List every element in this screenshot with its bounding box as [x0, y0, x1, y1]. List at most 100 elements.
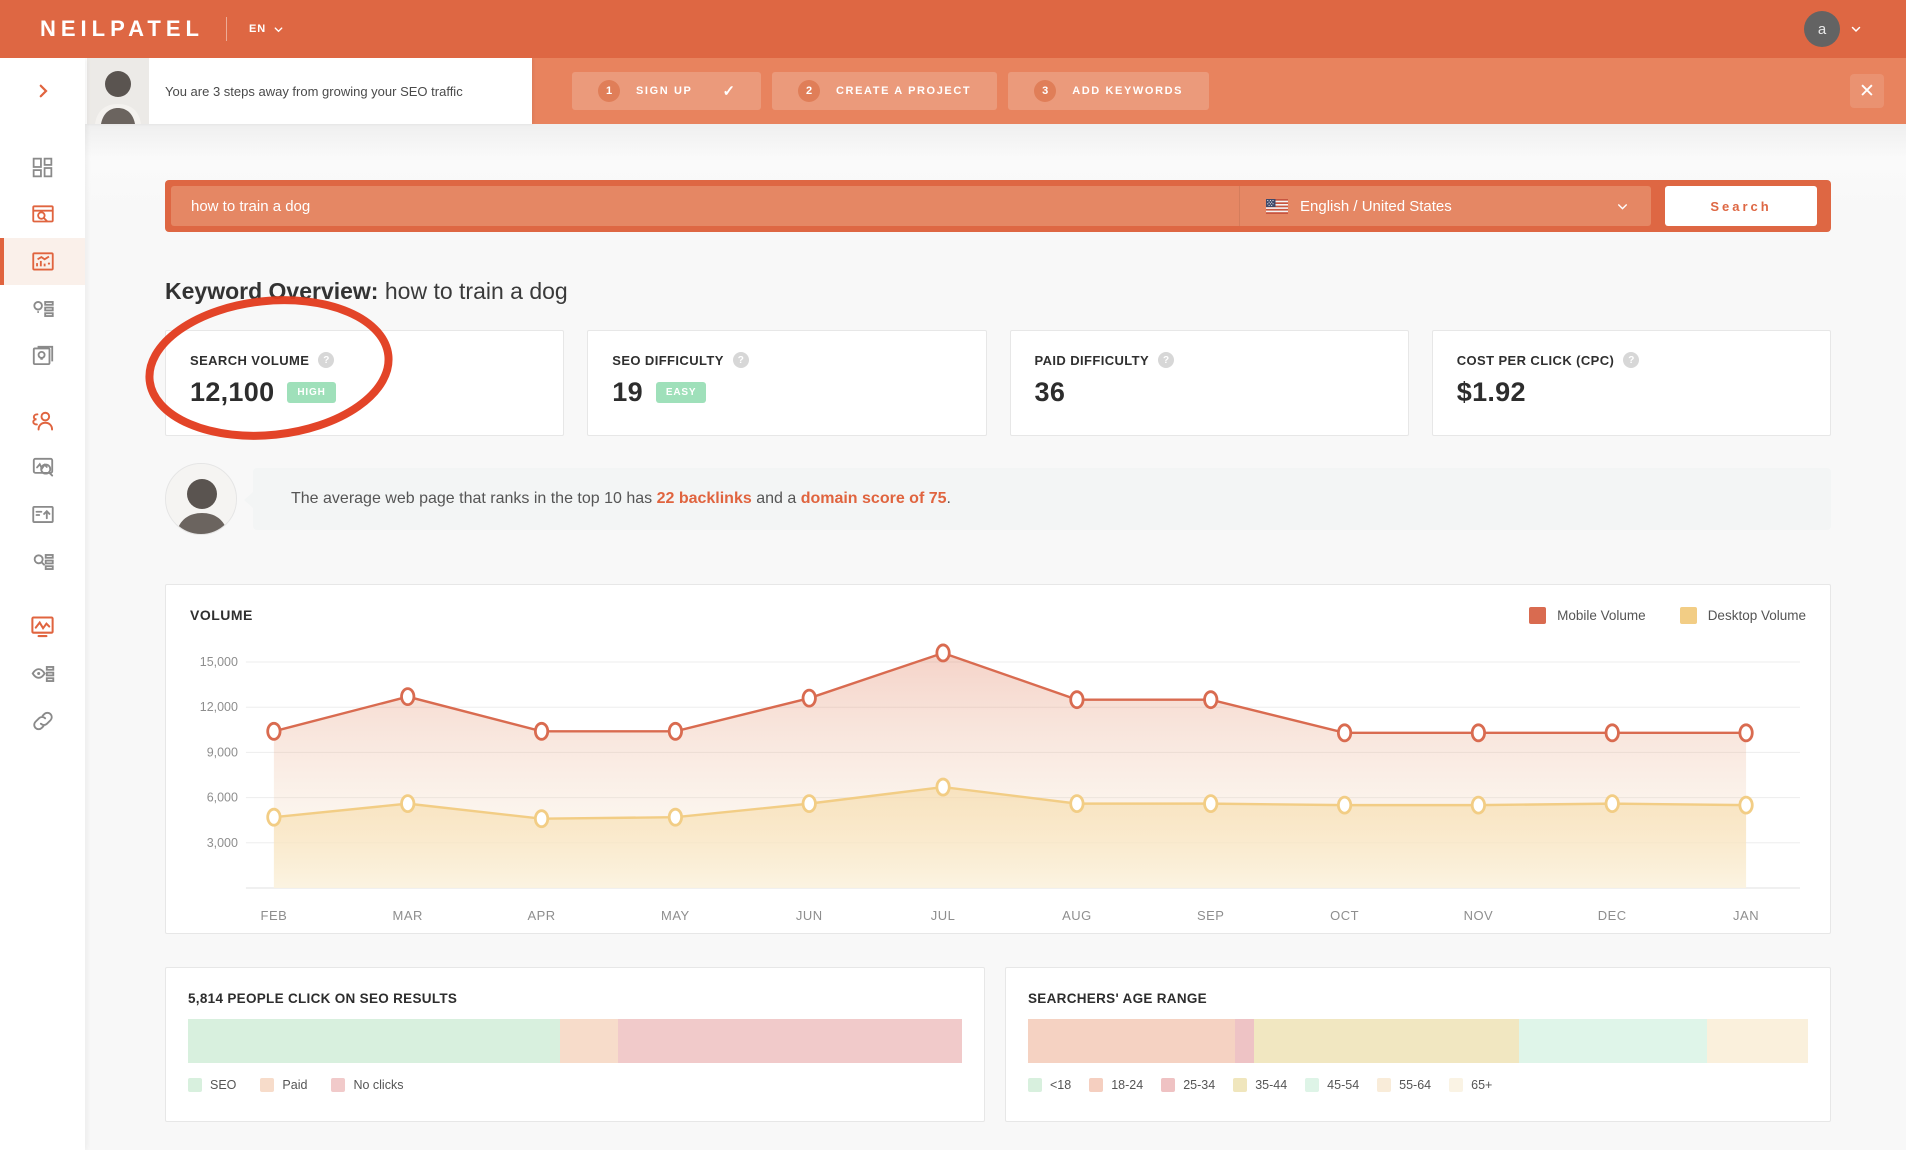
step-sign-up[interactable]: 1 SIGN UP ✓	[572, 72, 761, 110]
ui-language-label: EN	[249, 23, 266, 35]
sidebar-item-content-ideas[interactable]	[0, 332, 85, 379]
close-icon: ✕	[1859, 80, 1875, 103]
legend-item-mobile: Mobile Volume	[1529, 607, 1646, 624]
metric-label: COST PER CLICK (CPC)	[1457, 353, 1615, 368]
person-photo-placeholder	[87, 58, 149, 124]
sidebar-nav	[0, 58, 85, 1150]
onboarding-message: You are 3 steps away from growing your S…	[165, 84, 471, 99]
legend-item: Paid	[260, 1078, 307, 1092]
svg-text:MAY: MAY	[661, 908, 690, 923]
clicks-stacked-bar	[188, 1019, 962, 1063]
neil-avatar-photo	[165, 463, 237, 535]
bar-segment	[1519, 1019, 1706, 1063]
legend-item: 35-44	[1233, 1078, 1287, 1092]
metric-label: PAID DIFFICULTY	[1035, 353, 1150, 368]
svg-text:6,000: 6,000	[207, 791, 238, 805]
legend-item: 25-34	[1161, 1078, 1215, 1092]
sidebar-item-dashboard[interactable]	[0, 144, 85, 191]
keyword-list-search-icon	[30, 549, 56, 575]
onboarding-banner: You are 3 steps away from growing your S…	[85, 58, 1906, 124]
step-add-keywords[interactable]: 3 ADD KEYWORDS	[1008, 72, 1209, 110]
metric-value: 19	[612, 377, 643, 408]
svg-text:JAN: JAN	[1733, 908, 1759, 923]
svg-text:JUL: JUL	[931, 908, 956, 923]
clicks-card-title: 5,814 PEOPLE CLICK ON SEO RESULTS	[188, 991, 962, 1006]
neilpatel-logo[interactable]: NEILPATEL	[40, 16, 204, 42]
help-icon[interactable]: ?	[1623, 352, 1639, 368]
backlinks-icon	[30, 708, 56, 734]
search-input[interactable]	[171, 186, 1239, 226]
svg-text:9,000: 9,000	[207, 745, 238, 759]
insight-domain-score-link[interactable]: domain score of 75	[801, 490, 947, 507]
chart-title: VOLUME	[190, 607, 253, 623]
neil-photo	[87, 58, 149, 124]
age-stacked-bar	[1028, 1019, 1808, 1063]
onboarding-message-card: You are 3 steps away from growing your S…	[85, 58, 532, 124]
sidebar-item-keyword-overview[interactable]	[0, 238, 85, 285]
legend-item: SEO	[188, 1078, 236, 1092]
sidebar-item-visibility[interactable]	[0, 650, 85, 697]
svg-text:3,000: 3,000	[207, 836, 238, 850]
sidebar-item-traffic[interactable]	[0, 491, 85, 538]
svg-text:DEC: DEC	[1598, 908, 1627, 923]
bar-segment	[1028, 1019, 1235, 1063]
sidebar-expand-button[interactable]	[0, 58, 85, 126]
sidebar-item-backlinks[interactable]	[0, 697, 85, 744]
main-content: English / United States Search Keyword O…	[85, 124, 1906, 1150]
help-icon[interactable]: ?	[318, 352, 334, 368]
clicks-legend: SEO Paid No clicks	[188, 1078, 962, 1092]
step-label: ADD KEYWORDS	[1072, 85, 1183, 97]
onboarding-steps: 1 SIGN UP ✓ 2 CREATE A PROJECT 3 ADD KEY…	[572, 72, 1209, 110]
keyword-search-bar: English / United States Search	[165, 180, 1831, 232]
no-clicks-swatch	[331, 1078, 345, 1092]
sidebar-item-keyword-ideas[interactable]	[0, 285, 85, 332]
idea-list-icon	[30, 296, 56, 322]
step-label: CREATE A PROJECT	[836, 85, 971, 97]
chevron-down-icon	[1616, 200, 1629, 213]
page-title-keyword: how to train a dog	[385, 278, 568, 304]
search-volume-card: SEARCH VOLUME ? 12,100 HIGH	[165, 330, 564, 436]
bar-segment	[560, 1019, 618, 1063]
help-icon[interactable]: ?	[733, 352, 749, 368]
help-icon[interactable]: ?	[1158, 352, 1174, 368]
insight-row: The average web page that ranks in the t…	[165, 463, 1831, 535]
sidebar-item-competitor-analysis[interactable]	[0, 397, 85, 444]
paid-difficulty-card: PAID DIFFICULTY ? 36	[1010, 330, 1409, 436]
svg-text:JUN: JUN	[796, 908, 823, 923]
chevron-right-icon	[34, 82, 52, 100]
language-country-label: English / United States	[1300, 198, 1452, 215]
svg-text:APR: APR	[527, 908, 555, 923]
svg-text:12,000: 12,000	[200, 700, 238, 714]
user-avatar[interactable]: a	[1804, 11, 1840, 47]
sidebar-item-rank-tracking[interactable]	[0, 603, 85, 650]
legend-item: <18	[1028, 1078, 1071, 1092]
bottom-cards: 5,814 PEOPLE CLICK ON SEO RESULTS SEO Pa…	[165, 967, 1831, 1122]
banner-close-button[interactable]: ✕	[1850, 74, 1884, 108]
mobile-swatch	[1529, 607, 1546, 624]
bar-segment	[618, 1019, 962, 1063]
svg-text:NOV: NOV	[1464, 908, 1494, 923]
legend-item: 65+	[1449, 1078, 1492, 1092]
insight-bubble: The average web page that ranks in the t…	[253, 468, 1831, 530]
person-photo-placeholder	[166, 464, 237, 535]
bar-segment	[1707, 1019, 1808, 1063]
age-legend: <18 18-24 25-34 35-44 45-54 55-64 65+	[1028, 1078, 1808, 1092]
chevron-down-icon	[273, 24, 284, 35]
search-button[interactable]: Search	[1665, 186, 1817, 226]
visibility-list-icon	[30, 661, 56, 687]
svg-text:15,000: 15,000	[200, 655, 238, 669]
seo-difficulty-card: SEO DIFFICULTY ? 19 EASY	[587, 330, 986, 436]
page-title: Keyword Overview: how to train a dog	[165, 278, 1831, 305]
svg-text:FEB: FEB	[261, 908, 288, 923]
language-country-selector[interactable]: English / United States	[1239, 186, 1651, 226]
step-create-project[interactable]: 2 CREATE A PROJECT	[772, 72, 997, 110]
sidebar-item-keywords-search[interactable]	[0, 538, 85, 585]
account-chevron-down-icon[interactable]	[1850, 23, 1862, 35]
step-number-badge: 2	[798, 80, 820, 102]
ui-language-selector[interactable]: EN	[249, 23, 284, 35]
age-card-title: SEARCHERS' AGE RANGE	[1028, 991, 1808, 1006]
legend-item-desktop: Desktop Volume	[1680, 607, 1806, 624]
sidebar-item-site-search[interactable]	[0, 191, 85, 238]
insight-backlinks-link[interactable]: 22 backlinks	[657, 490, 752, 507]
sidebar-item-seo-analyzer[interactable]	[0, 444, 85, 491]
